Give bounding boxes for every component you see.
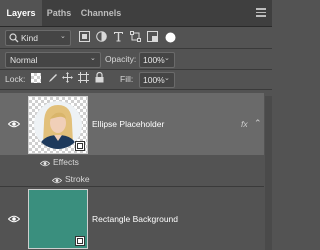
chevron-down-icon: ⌄ (60, 33, 66, 40)
lock-image-pixels-icon[interactable] (47, 73, 57, 83)
panel-menu-icon[interactable] (256, 8, 266, 17)
opacity-label: Opacity: (105, 54, 137, 64)
filter-adjustment-icon[interactable] (96, 31, 107, 42)
chevron-down-icon: ⌄ (90, 55, 96, 62)
lock-position-icon[interactable] (62, 72, 73, 83)
tab-layers[interactable]: Layers (0, 0, 42, 26)
stroke-effect-label: Stroke (65, 174, 90, 184)
filter-shape-icon[interactable] (130, 31, 141, 42)
fill-value: 100% (143, 75, 165, 85)
fx-icon[interactable]: fx (241, 117, 248, 131)
panel-tab-bar: Layers Paths Channels (0, 0, 272, 27)
layer-thumbnail (28, 96, 88, 154)
opacity-value: 100% (143, 55, 165, 65)
vector-mask-badge-icon (75, 236, 85, 246)
scrollbar[interactable] (265, 96, 272, 250)
layer-name: Rectangle Background (92, 214, 179, 224)
lock-transparent-pixels-icon[interactable] (31, 73, 41, 83)
opacity-input[interactable]: 100% ⌄ (139, 52, 175, 68)
vector-mask-badge-icon (75, 141, 85, 151)
tab-paths[interactable]: Paths (42, 0, 76, 26)
chevron-down-icon: ⌄ (164, 75, 170, 82)
tab-channels[interactable]: Channels (76, 0, 126, 26)
filter-pixel-icon[interactable] (79, 31, 90, 42)
filter-type-icon[interactable] (113, 31, 124, 42)
filter-smart-object-icon[interactable] (147, 31, 158, 42)
layer-row-ellipse-placeholder[interactable]: Ellipse Placeholder fx ⌃ (0, 93, 264, 155)
blend-mode-value: Normal (10, 55, 38, 65)
blend-mode-select[interactable]: Normal ⌄ (5, 52, 101, 68)
stroke-eye-icon[interactable] (51, 176, 64, 184)
fill-label: Fill: (120, 74, 134, 84)
divider (0, 48, 272, 49)
filter-kind-select[interactable]: Kind ⌄ (5, 30, 71, 46)
effects-label: Effects (53, 157, 79, 167)
lock-label: Lock: (5, 74, 26, 84)
fill-input[interactable]: 100% ⌄ (139, 72, 175, 88)
layer-name: Ellipse Placeholder (92, 119, 165, 129)
chevron-down-icon: ⌄ (164, 55, 170, 62)
divider (0, 89, 272, 90)
visibility-eye-icon[interactable] (7, 215, 21, 223)
layer-thumbnail (28, 189, 88, 249)
filter-toggle-icon[interactable] (165, 32, 176, 43)
lock-artboard-icon[interactable] (78, 72, 89, 83)
chevron-up-icon[interactable]: ⌃ (254, 116, 262, 130)
lock-all-icon[interactable] (95, 72, 104, 83)
search-icon (9, 33, 19, 43)
visibility-eye-icon[interactable] (7, 120, 21, 128)
divider (0, 69, 272, 70)
filter-kind-label: Kind (21, 33, 39, 43)
effects-eye-icon[interactable] (39, 159, 52, 167)
layer-row-rectangle-background[interactable]: Rectangle Background (0, 187, 264, 250)
